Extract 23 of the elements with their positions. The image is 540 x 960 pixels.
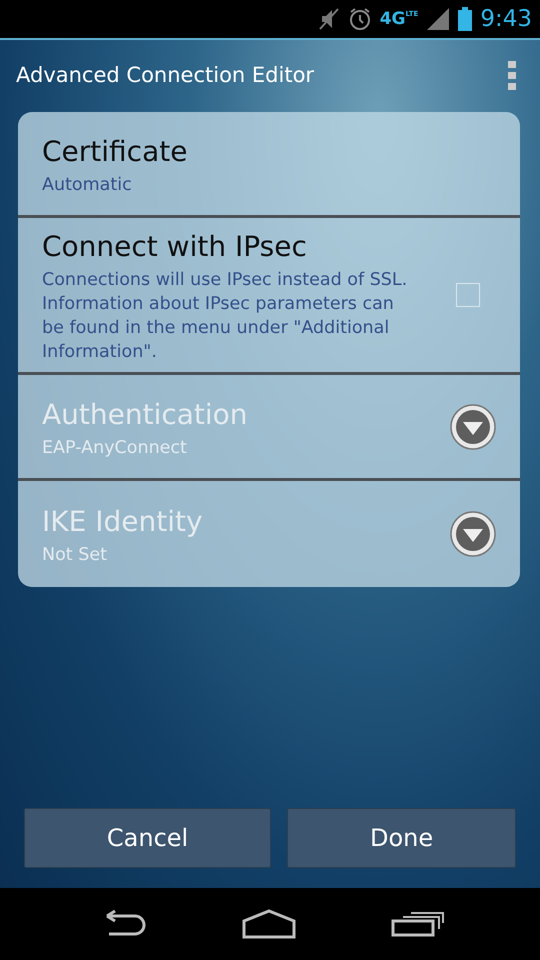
signal-icon: [426, 8, 450, 30]
setting-row[interactable]: Connect with IPsec Connections will use IPsec instead of SSL. Information about IPsec parameters can be found in the menu under "Additional Information".: [18, 218, 520, 375]
setting-summary: Not Set: [42, 544, 108, 567]
setting-title: Certificate: [42, 134, 188, 170]
alarm-icon: [348, 7, 372, 31]
action-button[interactable]: Done: [287, 808, 516, 868]
overflow-menu-icon[interactable]: [508, 61, 516, 91]
setting-summary: EAP-AnyConnect: [42, 436, 188, 460]
network-type: 4G: [380, 10, 406, 28]
checkbox[interactable]: [456, 283, 480, 307]
action-button[interactable]: Cancel: [24, 808, 272, 868]
screen-title: Advanced Connection Editor: [16, 62, 314, 90]
home-icon[interactable]: [241, 909, 297, 939]
setting-title: IKE Identity: [42, 504, 203, 540]
setting-summary: Automatic: [42, 174, 133, 196]
battery-icon: [458, 7, 472, 31]
mute-icon: [318, 7, 340, 31]
setting-summary: Connections will use IPsec instead of SSL. Information about IPsec parameters can be found in the menu under "Additional Information".: [42, 269, 408, 364]
recent-apps-icon[interactable]: [391, 911, 445, 937]
setting-row[interactable]: Certificate Automatic: [18, 112, 520, 218]
setting-title: Authentication: [42, 396, 248, 432]
clock: 9:43: [480, 4, 532, 34]
setting-title: Connect with IPsec: [42, 229, 308, 265]
